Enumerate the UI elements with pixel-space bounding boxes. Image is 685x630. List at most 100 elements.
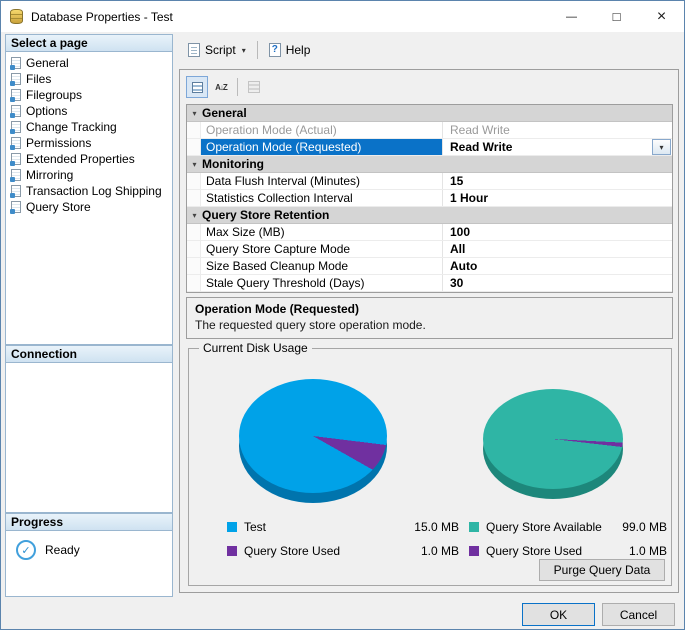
page-icon [11, 73, 21, 85]
script-button[interactable]: Script ▾ [181, 38, 253, 62]
property-row-statistics-collection-interval[interactable]: Statistics Collection Interval 1 Hour [187, 190, 672, 207]
sidebar-item-permissions[interactable]: Permissions [8, 135, 170, 151]
sidebar-item-label: Files [26, 72, 51, 86]
category-label: Monitoring [202, 157, 264, 171]
categorized-icon [192, 82, 203, 93]
property-row-size-based-cleanup-mode[interactable]: Size Based Cleanup Mode Auto [187, 258, 672, 275]
sidebar-item-label: Mirroring [26, 168, 73, 182]
category-row-query-store-retention[interactable]: ▾ Query Store Retention [187, 207, 672, 224]
group-title: Current Disk Usage [199, 341, 312, 355]
property-value[interactable]: 15 [443, 173, 672, 189]
legend-value: 15.0 MB [414, 520, 459, 534]
close-button[interactable]: × [639, 1, 684, 32]
sidebar-item-label: Options [26, 104, 67, 118]
property-row-operation-mode-requested[interactable]: Operation Mode (Requested) Read Write ▾ [187, 139, 672, 156]
property-label: Operation Mode (Actual) [201, 122, 443, 138]
help-label: Help [286, 43, 311, 57]
sidebar-item-query-store[interactable]: Query Store [8, 199, 170, 215]
progress-panel: Progress ✓ Ready [5, 513, 173, 597]
sidebar-item-general[interactable]: General [8, 55, 170, 71]
legend-swatch [469, 522, 479, 532]
help-button[interactable]: ? Help [262, 38, 318, 62]
legend-item: Test 15.0 MB [227, 519, 459, 535]
row-gutter [187, 224, 201, 240]
legend-value: 99.0 MB [622, 520, 667, 534]
legend-swatch [469, 546, 479, 556]
row-gutter [187, 190, 201, 206]
sidebar-item-options[interactable]: Options [8, 103, 170, 119]
dialog-toolbar: Script ▾ ? Help [181, 37, 679, 63]
property-label[interactable]: Operation Mode (Requested) [201, 139, 443, 155]
property-row-max-size[interactable]: Max Size (MB) 100 [187, 224, 672, 241]
collapse-icon[interactable]: ▾ [187, 160, 202, 169]
page-icon [11, 137, 21, 149]
property-row-stale-query-threshold[interactable]: Stale Query Threshold (Days) 30 [187, 275, 672, 292]
help-icon: ? [269, 43, 281, 57]
categorized-button[interactable] [186, 76, 208, 98]
window-title: Database Properties - Test [31, 10, 173, 24]
page-icon [11, 121, 21, 133]
sidebar-item-mirroring[interactable]: Mirroring [8, 167, 170, 183]
property-value[interactable]: 100 [443, 224, 672, 240]
category-row-monitoring[interactable]: ▾ Monitoring [187, 156, 672, 173]
description-text: The requested query store operation mode… [195, 318, 664, 332]
script-icon [188, 43, 200, 57]
property-value[interactable]: Auto [443, 258, 672, 274]
legend-swatch [227, 546, 237, 556]
ok-button[interactable]: OK [522, 603, 595, 626]
page-icon [11, 105, 21, 117]
sidebar-item-change-tracking[interactable]: Change Tracking [8, 119, 170, 135]
description-title: Operation Mode (Requested) [195, 302, 664, 316]
script-dropdown-icon[interactable]: ▾ [241, 46, 246, 55]
legend-item: Query Store Available 99.0 MB [469, 519, 667, 535]
sidebar-item-transaction-log-shipping[interactable]: Transaction Log Shipping [8, 183, 170, 199]
property-label[interactable]: Statistics Collection Interval [201, 190, 443, 206]
collapse-icon[interactable]: ▾ [187, 109, 202, 118]
alphabetical-sort-button[interactable]: A↓Z [210, 76, 232, 98]
property-value-editor[interactable]: Read Write ▾ [443, 139, 672, 155]
select-a-page-panel: Select a page General Files Filegroups O… [5, 34, 173, 345]
legend-swatch [227, 522, 237, 532]
property-label[interactable]: Data Flush Interval (Minutes) [201, 173, 443, 189]
connection-header: Connection [6, 346, 172, 363]
property-label[interactable]: Max Size (MB) [201, 224, 443, 240]
page-icon [11, 153, 21, 165]
window-controls: — □ × [549, 1, 684, 32]
property-grid: ▾ General Operation Mode (Actual) Read W… [186, 104, 673, 293]
query-store-page: A↓Z ▾ General Operation Mode (Actual) Re… [179, 69, 679, 593]
titlebar[interactable]: Database Properties - Test — □ × [1, 1, 684, 32]
page-icon [11, 57, 21, 69]
purge-query-data-button[interactable]: Purge Query Data [539, 559, 665, 581]
property-pages-icon [248, 81, 260, 93]
category-row-general[interactable]: ▾ General [187, 105, 672, 122]
cancel-button[interactable]: Cancel [602, 603, 675, 626]
property-label[interactable]: Query Store Capture Mode [201, 241, 443, 257]
sidebar-item-label: Change Tracking [26, 120, 117, 134]
page-icon [11, 89, 21, 101]
property-row-operation-mode-actual: Operation Mode (Actual) Read Write [187, 122, 672, 139]
pie-surface [239, 379, 387, 493]
property-value[interactable]: 1 Hour [443, 190, 672, 206]
row-gutter [187, 241, 201, 257]
collapse-icon[interactable]: ▾ [187, 211, 202, 220]
property-grid-toolbar: A↓Z [186, 75, 265, 99]
sidebar-item-label: Permissions [26, 136, 91, 150]
property-value[interactable]: 30 [443, 275, 672, 291]
combobox-dropdown-icon[interactable]: ▾ [652, 139, 671, 155]
sidebar-item-extended-properties[interactable]: Extended Properties [8, 151, 170, 167]
property-value[interactable]: All [443, 241, 672, 257]
sidebar-item-files[interactable]: Files [8, 71, 170, 87]
page-icon [11, 201, 21, 213]
property-row-data-flush-interval[interactable]: Data Flush Interval (Minutes) 15 [187, 173, 672, 190]
maximize-button[interactable]: □ [594, 1, 639, 32]
property-label[interactable]: Size Based Cleanup Mode [201, 258, 443, 274]
ready-icon: ✓ [16, 540, 36, 560]
sidebar-item-label: Extended Properties [26, 152, 135, 166]
sidebar-item-filegroups[interactable]: Filegroups [8, 87, 170, 103]
property-row-query-store-capture-mode[interactable]: Query Store Capture Mode All [187, 241, 672, 258]
legend-label: Query Store Available [486, 520, 622, 534]
property-label[interactable]: Stale Query Threshold (Days) [201, 275, 443, 291]
minimize-button[interactable]: — [549, 1, 594, 32]
row-gutter [187, 139, 201, 155]
legend-value: 1.0 MB [421, 544, 459, 558]
